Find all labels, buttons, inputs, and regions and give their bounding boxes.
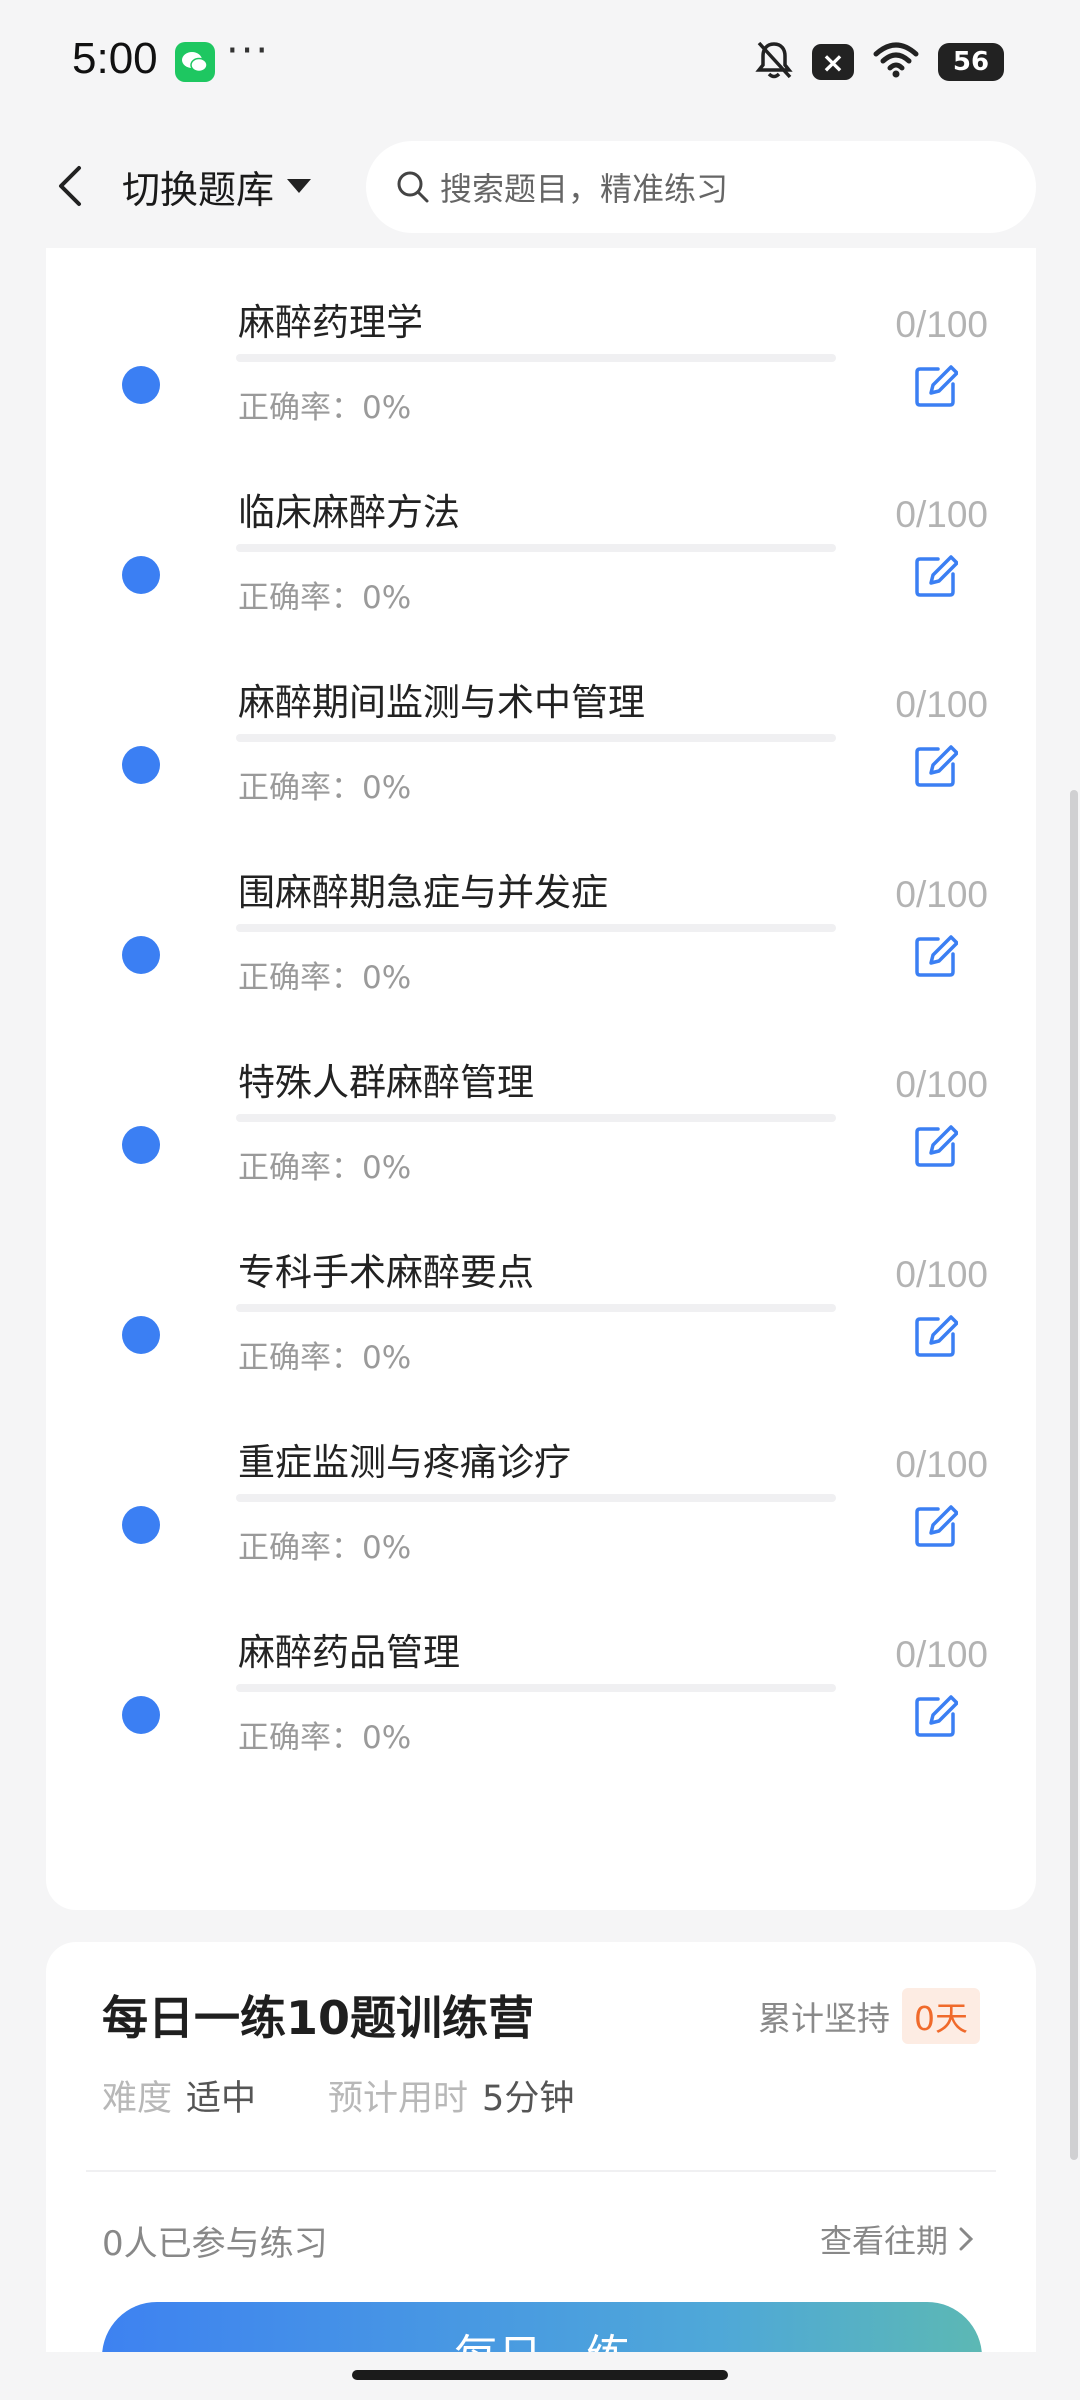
training-title: 每日一练10题训练营: [102, 1991, 535, 2045]
chapter-accuracy: 正确率：0%: [238, 390, 412, 426]
chapter-progress-bar: [236, 1114, 836, 1122]
view-past-link[interactable]: 查看往期: [820, 2216, 974, 2262]
edit-practice-icon[interactable]: [914, 1504, 959, 1548]
chapter-item[interactable]: 围麻醉期急症与并发症正确率：0% 0/100: [46, 824, 1036, 1014]
scrollbar[interactable]: [1070, 790, 1078, 2160]
chapter-bullet-icon: [122, 1316, 160, 1354]
chapter-progress-bar: [236, 544, 836, 552]
chapter-title: 麻醉期间监测与术中管理: [238, 681, 645, 724]
chapter-bullet-icon: [122, 366, 160, 404]
streak-label: 累计坚持: [758, 1999, 890, 2038]
chapter-progress-bar: [236, 1304, 836, 1312]
chapter-accuracy: 正确率：0%: [238, 1720, 412, 1756]
edit-practice-icon[interactable]: [914, 554, 959, 598]
switch-bank-dropdown[interactable]: 切换题库: [122, 156, 312, 216]
participants-count: 0人已参与练习: [102, 2224, 328, 2264]
status-time: 5:00: [72, 34, 158, 83]
streak: 累计坚持 0天: [758, 1988, 980, 2044]
chapter-title: 专科手术麻醉要点: [238, 1251, 534, 1294]
difficulty-value: 适中: [186, 2079, 257, 2119]
battery-level: 56: [952, 47, 990, 77]
edit-practice-icon[interactable]: [914, 364, 959, 408]
chapter-bullet-icon: [122, 1696, 160, 1734]
switch-bank-label: 切换题库: [122, 167, 275, 212]
chapter-bullet-icon: [122, 1126, 160, 1164]
chapter-progress-bar: [236, 924, 836, 932]
chapter-item[interactable]: 麻醉药理学正确率：0% 0/100: [46, 254, 1036, 444]
wifi-icon: [872, 40, 920, 84]
chapter-title: 麻醉药理学: [238, 301, 423, 344]
edit-practice-icon[interactable]: [914, 1694, 959, 1738]
chapter-item[interactable]: 麻醉期间监测与术中管理正确率：0% 0/100: [46, 634, 1036, 824]
chapter-accuracy: 正确率：0%: [238, 770, 412, 806]
streak-badge: 0天: [902, 1988, 980, 2044]
chapter-accuracy: 正确率：0%: [238, 1340, 412, 1376]
battery-icon: 56: [938, 43, 1004, 81]
time-label: 预计用时: [328, 2079, 469, 2119]
search-icon: [397, 171, 429, 203]
chapter-item[interactable]: 特殊人群麻醉管理正确率：0% 0/100: [46, 1014, 1036, 1204]
divider: [86, 2170, 996, 2172]
chapter-item[interactable]: 专科手术麻醉要点正确率：0% 0/100: [46, 1204, 1036, 1394]
chapter-bullet-icon: [122, 556, 160, 594]
chapter-item[interactable]: 重症监测与疼痛诊疗正确率：0% 0/100: [46, 1394, 1036, 1584]
chapter-question-count: 0/100: [895, 1064, 988, 1105]
chapter-accuracy: 正确率：0%: [238, 1530, 412, 1566]
chapter-question-count: 0/100: [895, 1634, 988, 1675]
chapter-question-count: 0/100: [895, 1444, 988, 1485]
chapter-progress-bar: [236, 1684, 836, 1692]
chapter-question-count: 0/100: [895, 304, 988, 345]
chapter-title: 特殊人群麻醉管理: [238, 1061, 534, 1104]
search-input[interactable]: 搜索题目，精准练习: [366, 141, 1036, 233]
chapter-accuracy: 正确率：0%: [238, 580, 412, 616]
edit-practice-icon[interactable]: [914, 934, 959, 978]
chapter-question-count: 0/100: [895, 874, 988, 915]
chapter-bullet-icon: [122, 1506, 160, 1544]
chapter-question-count: 0/100: [895, 494, 988, 535]
chapter-progress-bar: [236, 1494, 836, 1502]
view-past-label: 查看往期: [819, 2222, 948, 2260]
mute-bell-icon: [754, 39, 794, 85]
back-button[interactable]: [40, 156, 100, 216]
chapter-title: 麻醉药品管理: [238, 1631, 460, 1674]
chevron-right-icon: [959, 2227, 974, 2251]
chapter-title: 重症监测与疼痛诊疗: [238, 1441, 571, 1484]
training-meta: 难度 适中 预计用时 5分钟: [102, 2070, 646, 2121]
time-value: 5分钟: [482, 2079, 575, 2119]
chapter-accuracy: 正确率：0%: [238, 1150, 412, 1186]
chapter-list: 正确率：0%麻醉药理学正确率：0%0/100临床麻醉方法正确率：0%0/100麻…: [46, 160, 1036, 1910]
top-nav: 切换题库 搜索题目，精准练习: [0, 126, 1080, 248]
search-placeholder: 搜索题目，精准练习: [440, 170, 729, 208]
edit-practice-icon[interactable]: [914, 1124, 959, 1168]
screen: 5:00 ··· × 56 切换题库 搜索题目，精准练习 麻醉药理学 正确率：0…: [0, 0, 1080, 2400]
caret-down-icon: [287, 179, 312, 193]
wechat-icon: [175, 42, 215, 82]
chapter-progress-bar: [236, 354, 836, 362]
chapter-bullet-icon: [122, 936, 160, 974]
edit-practice-icon[interactable]: [914, 1314, 959, 1358]
close-badge-icon: ×: [812, 44, 854, 80]
chapter-question-count: 0/100: [895, 1254, 988, 1295]
chapter-bullet-icon: [122, 746, 160, 784]
status-bar: 5:00 ··· × 56: [0, 0, 1080, 126]
edit-practice-icon[interactable]: [914, 744, 959, 788]
chapter-title: 临床麻醉方法: [238, 491, 460, 534]
status-icons: × 56: [754, 40, 1004, 84]
difficulty-label: 难度: [102, 2079, 173, 2119]
back-arrow-icon: [59, 166, 81, 206]
home-indicator[interactable]: [352, 2370, 728, 2380]
chapter-item[interactable]: 临床麻醉方法正确率：0% 0/100: [46, 444, 1036, 634]
more-notifications-icon: ···: [226, 28, 271, 74]
chapter-progress-bar: [236, 734, 836, 742]
daily-training-card: 每日一练10题训练营 累计坚持 0天 难度 适中 预计用时 5分钟 0人已参与练…: [46, 1942, 1036, 2400]
chapter-item[interactable]: 麻醉药品管理正确率：0% 0/100: [46, 1584, 1036, 1774]
chapter-question-count: 0/100: [895, 684, 988, 725]
chapter-accuracy: 正确率：0%: [238, 960, 412, 996]
chapter-title: 围麻醉期急症与并发症: [238, 871, 608, 914]
